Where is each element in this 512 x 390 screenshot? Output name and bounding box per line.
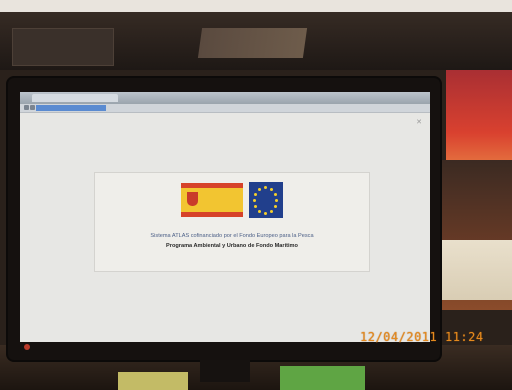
- monitor-stand: [200, 360, 250, 382]
- photo-scene: ✕ Sistema ATLAS cofinanciado por el Fond…: [0, 0, 512, 390]
- page-banner: Sistema ATLAS cofinanciado por el Fondo …: [94, 172, 370, 272]
- banner-program-name: Programa Ambiental y Urbano de Fondo Mar…: [166, 243, 298, 249]
- background-paper: [0, 0, 512, 12]
- browser-tab[interactable]: [32, 94, 118, 102]
- desk-item-green: [280, 366, 365, 390]
- browser-title-bar: [20, 92, 430, 104]
- spain-government-logo-icon: [181, 183, 243, 217]
- background-paper-stack: [432, 240, 512, 300]
- background-object: [197, 28, 308, 58]
- browser-address-bar: [20, 104, 430, 113]
- back-icon[interactable]: [24, 105, 29, 110]
- eu-flag-icon: [249, 182, 283, 218]
- desk-item-yellow: [118, 372, 188, 390]
- forward-icon[interactable]: [30, 105, 35, 110]
- close-icon[interactable]: ✕: [416, 118, 422, 126]
- banner-caption: Sistema ATLAS cofinanciado por el Fondo …: [150, 233, 314, 239]
- monitor: ✕ Sistema ATLAS cofinanciado por el Fond…: [8, 78, 440, 360]
- background-box: [12, 28, 114, 66]
- photo-timestamp: 12/04/2011 11:24: [360, 330, 484, 344]
- power-led: [24, 344, 30, 350]
- background-red-object: [446, 70, 512, 160]
- monitor-screen: ✕ Sistema ATLAS cofinanciado por el Fond…: [20, 92, 430, 342]
- address-field[interactable]: [36, 105, 106, 111]
